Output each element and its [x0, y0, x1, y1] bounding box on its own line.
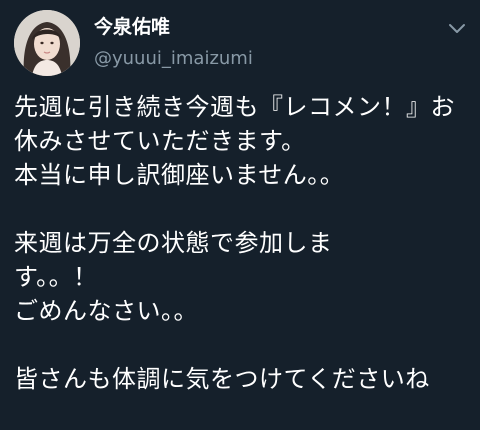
- display-name[interactable]: 今泉佑唯: [94, 14, 253, 40]
- tweet-text: 先週に引き続き今週も『レコメン！』お休みさせていただきます。 本当に申し訳御座い…: [14, 93, 455, 393]
- tweet-header: 今泉佑唯 @yuuui_imaizumi: [14, 8, 466, 80]
- avatar[interactable]: [14, 10, 80, 76]
- profile-photo: [14, 10, 80, 76]
- tweet-card: 今泉佑唯 @yuuui_imaizumi 先週に引き続き今週も『レコメン！』お休…: [0, 0, 480, 430]
- chevron-down-icon[interactable]: [448, 20, 466, 33]
- handle[interactable]: @yuuui_imaizumi: [94, 46, 253, 72]
- author-names: 今泉佑唯 @yuuui_imaizumi: [94, 14, 253, 72]
